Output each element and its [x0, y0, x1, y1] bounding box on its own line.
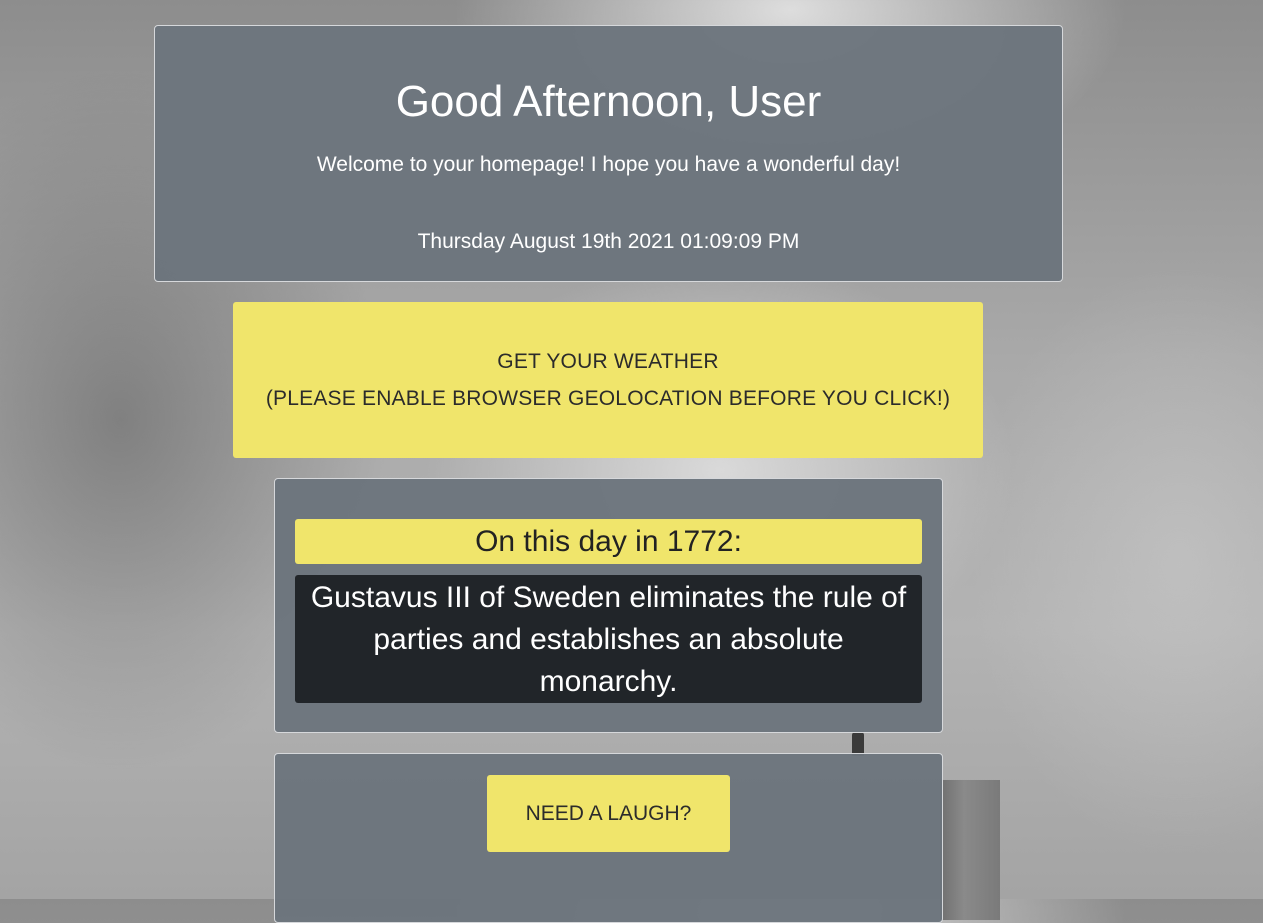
- greeting-title: Good Afternoon, User: [395, 77, 822, 126]
- weather-button-note: (PLEASE ENABLE BROWSER GEOLOCATION BEFOR…: [265, 387, 951, 410]
- greeting-card: Good Afternoon, User Welcome to your hom…: [154, 25, 1063, 282]
- background-building: [940, 780, 1000, 920]
- welcome-message: Welcome to your homepage! I hope you hav…: [316, 153, 901, 176]
- joke-card: NEED A LAUGH?: [274, 753, 943, 923]
- on-this-day-fact: Gustavus III of Sweden eliminates the ru…: [295, 575, 922, 703]
- on-this-day-heading: On this day in 1772:: [295, 519, 922, 564]
- get-weather-button[interactable]: GET YOUR WEATHER (PLEASE ENABLE BROWSER …: [233, 302, 983, 458]
- weather-button-label: GET YOUR WEATHER: [497, 350, 719, 373]
- current-datetime: Thursday August 19th 2021 01:09:09 PM: [417, 230, 800, 253]
- on-this-day-card: On this day in 1772: Gustavus III of Swe…: [274, 478, 943, 733]
- need-a-laugh-button[interactable]: NEED A LAUGH?: [487, 775, 730, 852]
